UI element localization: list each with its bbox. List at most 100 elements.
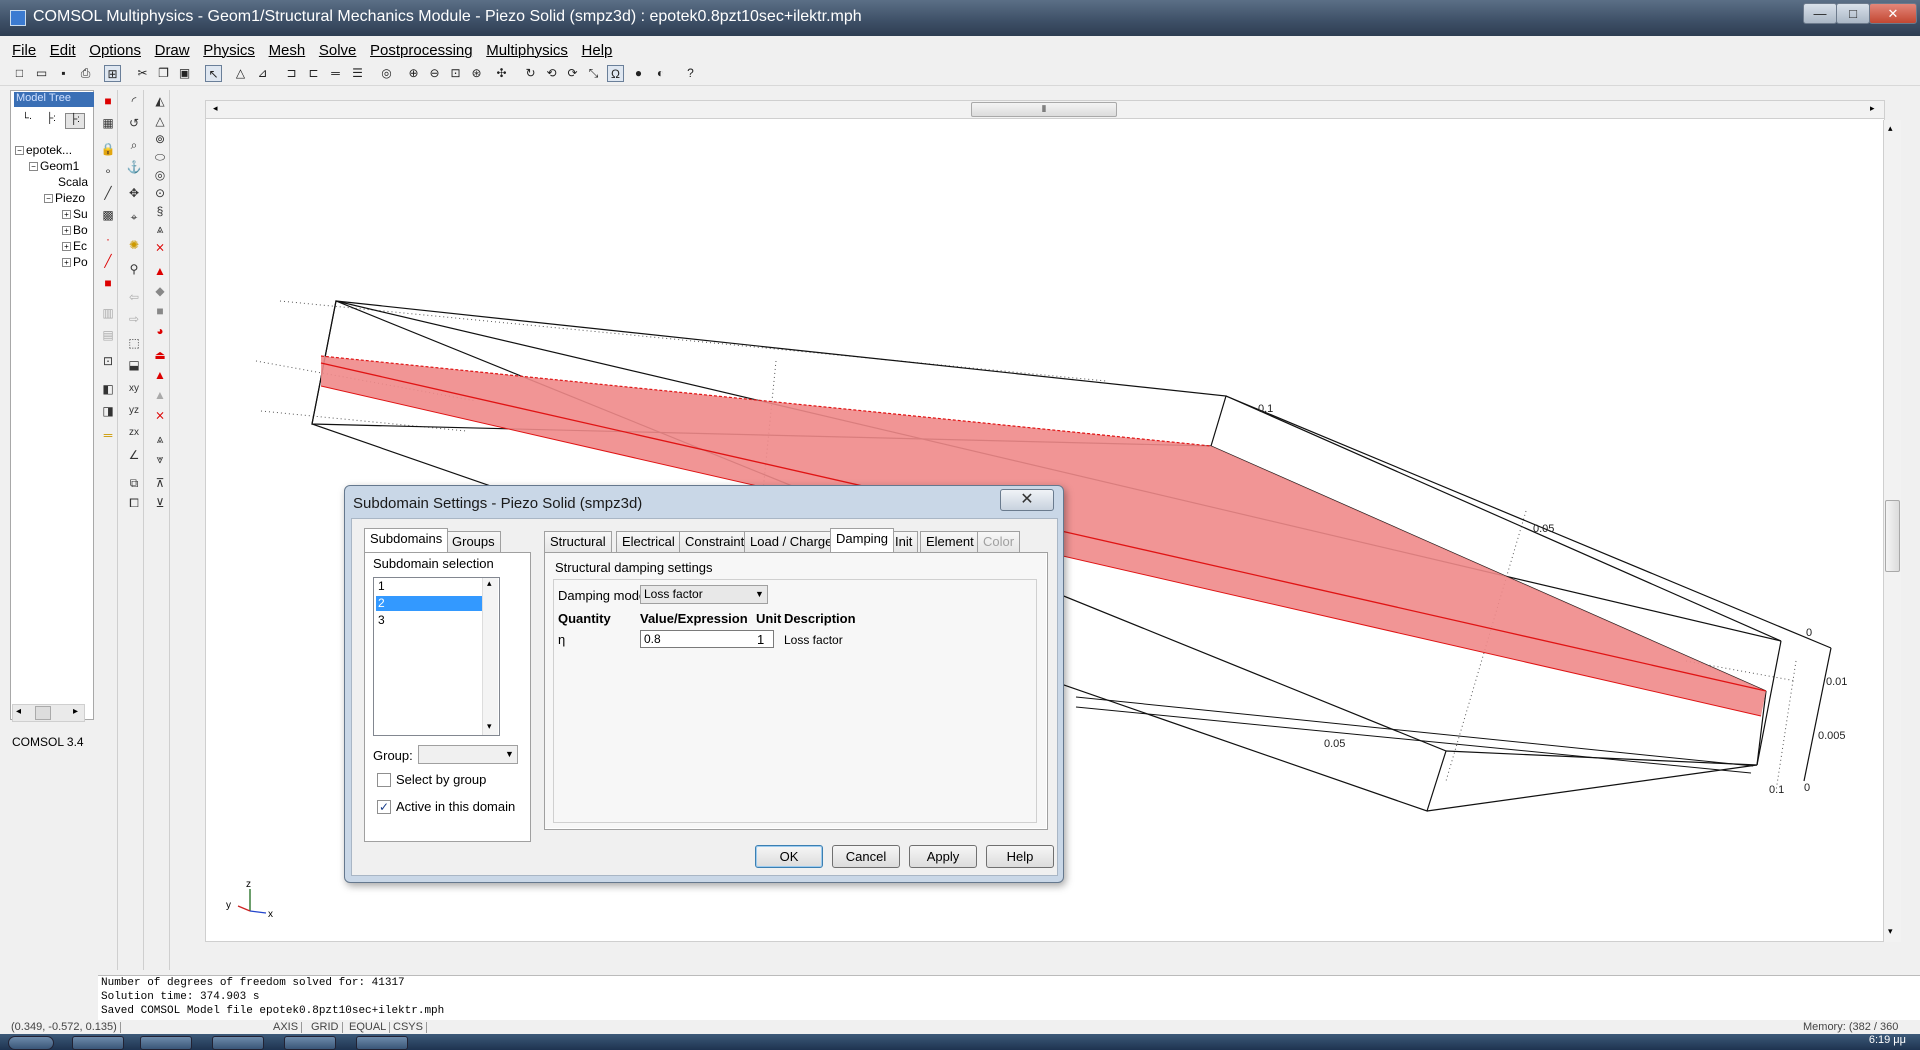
tree-node-scalar[interactable]: Scala	[58, 175, 88, 189]
difference-icon[interactable]: ⊼	[151, 474, 169, 492]
scroll-down-icon[interactable]: ▾	[487, 721, 492, 732]
taskbar-firefox-icon[interactable]	[72, 1036, 124, 1050]
canvas-horizontal-scrollbar[interactable]: ◂ ⦀ ▸	[205, 100, 1885, 119]
zoom-out-icon[interactable]: ⊖	[426, 65, 443, 82]
group-select[interactable]: ▼	[418, 745, 518, 764]
open-file-icon[interactable]: ▭	[33, 65, 50, 82]
pan-view-icon[interactable]: ✥	[125, 184, 143, 202]
ok-button[interactable]: OK	[755, 845, 823, 868]
canvas-vertical-scrollbar[interactable]: ▴ ▾	[1883, 120, 1901, 942]
tab-structural[interactable]: Structural	[544, 531, 612, 552]
collapse-icon[interactable]: −	[29, 162, 38, 172]
camera-icon[interactable]: ⌖	[125, 208, 143, 226]
taskbar-app-icon[interactable]	[284, 1036, 336, 1050]
tree-node-piezo[interactable]: − Piezo	[44, 191, 85, 205]
tab-load-charge[interactable]: Load / Charge	[744, 531, 839, 552]
edge-select-icon[interactable]: ╱	[99, 252, 117, 270]
list-scrollbar[interactable]: ▴ ▾	[482, 578, 498, 735]
loss-factor-input[interactable]	[640, 630, 774, 648]
tree-node-point[interactable]: + Po	[62, 255, 88, 269]
pan-icon[interactable]: ⤡	[585, 65, 602, 82]
red-wedge-icon[interactable]: ⨯	[151, 406, 169, 424]
grey-pyramid-icon[interactable]: ▲	[151, 386, 169, 404]
scroll-up-icon[interactable]: ▴	[487, 578, 492, 589]
tree-node-model[interactable]: − epotek...	[15, 143, 72, 157]
menu-multiphysics[interactable]: Multiphysics	[481, 38, 573, 59]
forward-arrow-icon[interactable]: ⇨	[125, 310, 143, 328]
vertex-icon[interactable]: ∘	[99, 162, 117, 180]
zoom-in-icon[interactable]: ⊕	[405, 65, 422, 82]
scroll-left-icon[interactable]: ◂	[16, 706, 21, 717]
face-icon[interactable]: ▩	[99, 206, 117, 224]
menu-draw[interactable]: Draw	[150, 38, 195, 59]
scroll-thumb[interactable]	[35, 706, 51, 720]
point-settings-icon[interactable]: ☰	[349, 65, 366, 82]
csys-toggle[interactable]: CSYS	[390, 1022, 427, 1033]
select-none-icon[interactable]: ▤	[99, 326, 117, 344]
rotate-icon[interactable]: ↻	[522, 65, 539, 82]
point-draw-icon[interactable]: ■	[99, 92, 117, 110]
boundary-settings-icon[interactable]: ⊏	[305, 65, 322, 82]
new-file-icon[interactable]: □	[11, 65, 28, 82]
solve-icon[interactable]: ◎	[378, 65, 395, 82]
maximize-button[interactable]: □	[1836, 3, 1870, 24]
transparency-icon[interactable]: ◐	[652, 65, 669, 82]
list-item[interactable]: 3	[376, 613, 484, 628]
view-3d-icon[interactable]: ⬚	[125, 334, 143, 352]
horizontal-scroll-thumb[interactable]: ⦀	[971, 102, 1117, 117]
vertical-scroll-thumb[interactable]	[1885, 500, 1900, 572]
scene-light-icon[interactable]: ●	[630, 65, 647, 82]
lock-icon[interactable]: 🔒	[99, 140, 117, 158]
rotate-view-icon[interactable]: ↺	[125, 114, 143, 132]
scroll-right-icon[interactable]: ▸	[73, 706, 78, 717]
scroll-right-icon[interactable]: ▸	[1870, 103, 1875, 114]
taskbar-explorer-icon[interactable]	[140, 1036, 192, 1050]
grid-toggle[interactable]: GRID	[308, 1022, 343, 1033]
walk-icon[interactable]: ⟳	[564, 65, 581, 82]
list-item-selected[interactable]: 2	[376, 596, 484, 611]
view-zx-icon[interactable]: zx	[125, 424, 143, 442]
menu-options[interactable]: Options	[84, 38, 146, 59]
point-select-icon[interactable]: ·	[99, 230, 117, 248]
cancel-button[interactable]: Cancel	[832, 845, 900, 868]
save-icon[interactable]: ▪	[55, 65, 72, 82]
print-icon[interactable]: ⎙	[77, 65, 94, 82]
close-window-button[interactable]: ✕	[1869, 3, 1917, 24]
model-tree-scrollbar[interactable]: ◂ ▸	[12, 704, 85, 722]
equal-toggle[interactable]: EQUAL	[346, 1022, 391, 1033]
subdomain-settings-icon[interactable]: ⊐	[283, 65, 300, 82]
tree-node-geom1[interactable]: − Geom1	[29, 159, 79, 173]
view-yz-icon[interactable]: yz	[125, 402, 143, 420]
expand-icon[interactable]: +	[62, 258, 71, 268]
paste-icon[interactable]: ▣	[176, 65, 193, 82]
damping-model-select[interactable]: Loss factor ▼	[640, 585, 768, 604]
menu-physics[interactable]: Physics	[198, 38, 260, 59]
red-prism-icon[interactable]: ⏏	[151, 346, 169, 364]
scroll-up-icon[interactable]: ▴	[1888, 123, 1893, 134]
duplicate-icon[interactable]: ⧠	[125, 494, 143, 512]
apply-button[interactable]: Apply	[909, 845, 977, 868]
axis-toggle[interactable]: AXIS	[270, 1022, 303, 1033]
menu-solve[interactable]: Solve	[314, 38, 362, 59]
red-cone-icon[interactable]: ▲	[151, 262, 169, 280]
collapse-icon[interactable]: −	[15, 146, 24, 156]
zoom-extents-icon[interactable]: ⊛	[468, 65, 485, 82]
move-icon[interactable]: ✣	[493, 65, 510, 82]
menu-file[interactable]: File	[7, 38, 41, 59]
sphere-icon[interactable]: ◎	[151, 166, 169, 184]
tree-view-detail-icon[interactable]: ├:	[41, 113, 61, 129]
tree-node-subdomain[interactable]: + Su	[62, 207, 88, 221]
collapse-icon[interactable]: −	[44, 194, 53, 204]
red-pyramid-icon[interactable]: ▲	[151, 366, 169, 384]
cone-icon[interactable]: △	[151, 112, 169, 130]
taskbar-app-icon[interactable]	[212, 1036, 264, 1050]
properties-icon[interactable]: ▦	[99, 114, 117, 132]
subdomain-select-icon[interactable]: ■	[99, 274, 117, 292]
menu-edit[interactable]: Edit	[45, 38, 81, 59]
select-by-group-checkbox[interactable]	[377, 773, 391, 787]
active-in-domain-checkbox[interactable]: ✓	[377, 800, 391, 814]
expand-icon[interactable]: +	[62, 242, 71, 252]
view-xy-icon[interactable]: xy	[125, 380, 143, 398]
list-item[interactable]: 1	[376, 579, 484, 594]
helix-icon[interactable]: §	[151, 202, 169, 220]
